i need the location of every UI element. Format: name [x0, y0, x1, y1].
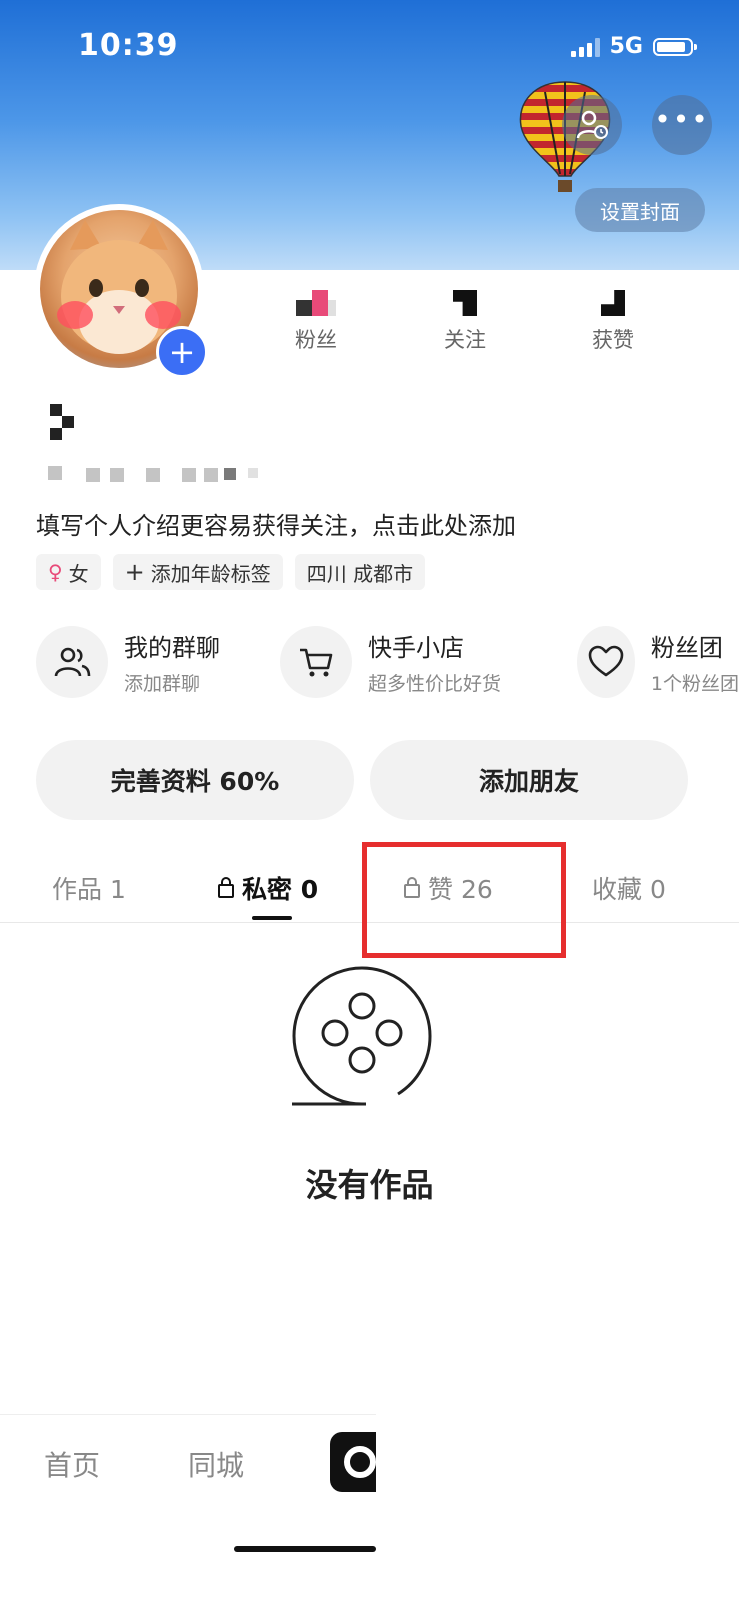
- heart-icon: [577, 626, 635, 698]
- shortcut-shop-subtitle: 超多性价比好货: [368, 673, 502, 695]
- empty-state-text: 没有作品: [305, 1166, 434, 1204]
- shortcut-group-chat-title: 我的群聊: [124, 634, 220, 662]
- plus-icon: +: [124, 558, 145, 586]
- set-cover-button[interactable]: 设置封面: [575, 188, 705, 232]
- stat-likes[interactable]: 获赞: [553, 282, 673, 354]
- nav-home[interactable]: 首页: [44, 1444, 100, 1484]
- tab-works[interactable]: 作品 1: [52, 870, 126, 906]
- stat-following[interactable]: 关注: [405, 282, 525, 354]
- bio-prompt[interactable]: 填写个人介绍更容易获得关注，点击此处添加: [36, 506, 516, 541]
- tab-favorites[interactable]: 收藏 0: [592, 870, 666, 906]
- tab-private-label: 私密 0: [242, 875, 319, 904]
- more-button[interactable]: •••: [652, 95, 712, 155]
- stat-following-label: 关注: [444, 328, 486, 352]
- home-indicator: [234, 1546, 376, 1552]
- shortcut-fan-club-subtitle: 1个粉丝团: [650, 673, 739, 695]
- shoot-button[interactable]: [330, 1432, 376, 1492]
- stat-following-value: [405, 282, 525, 316]
- female-icon: ♀: [48, 560, 63, 584]
- stat-likes-label: 获赞: [592, 328, 634, 352]
- complete-profile-button[interactable]: 完善资料 60%: [36, 740, 354, 820]
- stat-likes-value: [553, 282, 673, 316]
- camera-icon: [344, 1446, 376, 1478]
- battery-icon: [653, 37, 697, 56]
- add-friend-button[interactable]: 添加朋友: [370, 740, 688, 820]
- user-id-redacted: [48, 466, 268, 482]
- bottom-nav: [0, 1414, 376, 1601]
- person-clock-icon: [576, 110, 608, 139]
- status-icons: 5G: [570, 34, 697, 59]
- stat-fans-label: 粉丝: [295, 328, 337, 352]
- shortcut-group-chat-subtitle: 添加群聊: [124, 673, 201, 695]
- lock-icon: [218, 877, 234, 898]
- more-dots-icon: •••: [654, 103, 710, 136]
- shortcut-group-chat[interactable]: 我的群聊 添加群聊: [36, 626, 220, 698]
- shortcut-shop[interactable]: 快手小店 超多性价比好货: [280, 626, 501, 698]
- tag-add-age-label: 添加年龄标签: [150, 561, 271, 586]
- tag-add-age[interactable]: + 添加年龄标签: [112, 554, 283, 590]
- tab-works-label: 作品 1: [52, 875, 126, 904]
- stat-fans-value: [256, 282, 376, 316]
- network-type: 5G: [609, 34, 643, 59]
- visitor-button[interactable]: [562, 95, 622, 155]
- tag-gender-label: 女: [68, 561, 89, 586]
- nav-nearby[interactable]: 同城: [188, 1444, 244, 1484]
- tag-location[interactable]: 四川 成都市: [294, 554, 426, 590]
- tag-gender[interactable]: ♀ 女: [36, 554, 101, 590]
- add-avatar-button[interactable]: +: [156, 326, 208, 378]
- tab-private[interactable]: 私密 0: [218, 870, 318, 906]
- cart-icon: [280, 626, 352, 698]
- status-time: 10:39: [78, 28, 179, 63]
- group-chat-icon: [36, 626, 108, 698]
- profile-tags: ♀ 女 + 添加年龄标签 四川 成都市: [36, 554, 426, 590]
- shortcut-fan-club-clip: 粉丝团 1个粉丝团: [577, 626, 739, 706]
- tab-favorites-label: 收藏 0: [592, 875, 666, 904]
- shortcut-shop-title: 快手小店: [368, 634, 464, 662]
- active-tab-indicator: [252, 916, 292, 920]
- shortcut-fan-club[interactable]: 粉丝团 1个粉丝团: [577, 626, 739, 698]
- highlight-annotation: [362, 842, 566, 958]
- tag-location-label: 四川 成都市: [306, 561, 414, 586]
- nickname-redacted[interactable]: [44, 404, 84, 444]
- shortcut-fan-club-title: 粉丝团: [650, 634, 723, 662]
- signal-icon: [570, 37, 600, 57]
- film-reel-icon: [292, 966, 432, 1106]
- stat-fans[interactable]: 粉丝: [256, 282, 376, 354]
